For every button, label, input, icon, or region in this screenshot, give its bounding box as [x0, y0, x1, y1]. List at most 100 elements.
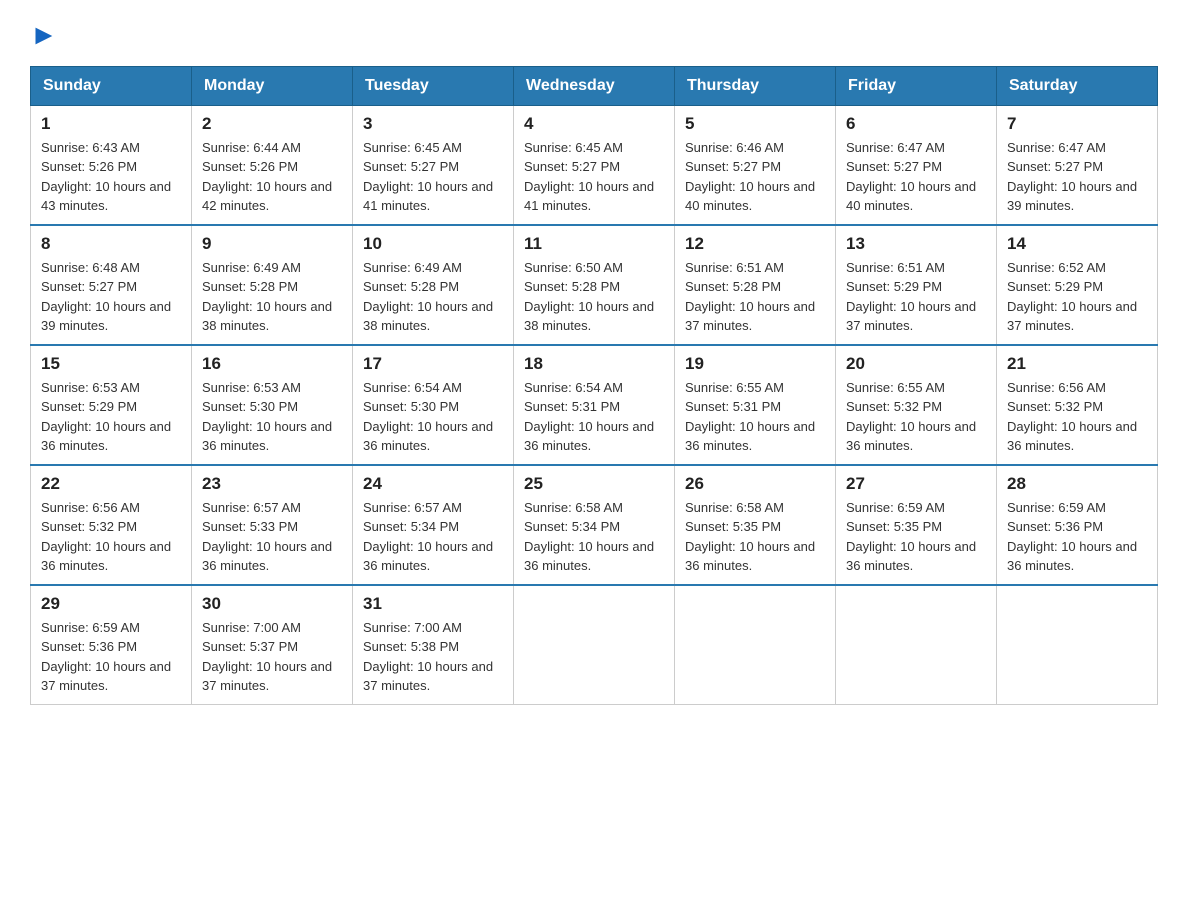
day-number: 13 [846, 234, 986, 254]
calendar-day-cell: 16 Sunrise: 6:53 AM Sunset: 5:30 PM Dayl… [192, 345, 353, 465]
day-info: Sunrise: 6:56 AM Sunset: 5:32 PM Dayligh… [41, 498, 181, 576]
day-number: 12 [685, 234, 825, 254]
calendar-day-cell: 6 Sunrise: 6:47 AM Sunset: 5:27 PM Dayli… [836, 105, 997, 225]
calendar-day-cell: 27 Sunrise: 6:59 AM Sunset: 5:35 PM Dayl… [836, 465, 997, 585]
calendar-day-cell: 19 Sunrise: 6:55 AM Sunset: 5:31 PM Dayl… [675, 345, 836, 465]
column-header-monday: Monday [192, 66, 353, 105]
column-header-tuesday: Tuesday [353, 66, 514, 105]
day-info: Sunrise: 6:52 AM Sunset: 5:29 PM Dayligh… [1007, 258, 1147, 336]
day-info: Sunrise: 6:47 AM Sunset: 5:27 PM Dayligh… [846, 138, 986, 216]
day-number: 3 [363, 114, 503, 134]
calendar-day-cell: 22 Sunrise: 6:56 AM Sunset: 5:32 PM Dayl… [31, 465, 192, 585]
calendar-day-cell: 7 Sunrise: 6:47 AM Sunset: 5:27 PM Dayli… [997, 105, 1158, 225]
day-info: Sunrise: 6:53 AM Sunset: 5:30 PM Dayligh… [202, 378, 342, 456]
calendar-week-row: 29 Sunrise: 6:59 AM Sunset: 5:36 PM Dayl… [31, 585, 1158, 705]
day-info: Sunrise: 6:54 AM Sunset: 5:31 PM Dayligh… [524, 378, 664, 456]
day-info: Sunrise: 7:00 AM Sunset: 5:38 PM Dayligh… [363, 618, 503, 696]
calendar-day-cell: 18 Sunrise: 6:54 AM Sunset: 5:31 PM Dayl… [514, 345, 675, 465]
day-number: 4 [524, 114, 664, 134]
calendar-day-cell: 5 Sunrise: 6:46 AM Sunset: 5:27 PM Dayli… [675, 105, 836, 225]
calendar-day-cell: 26 Sunrise: 6:58 AM Sunset: 5:35 PM Dayl… [675, 465, 836, 585]
calendar-day-cell: 15 Sunrise: 6:53 AM Sunset: 5:29 PM Dayl… [31, 345, 192, 465]
day-info: Sunrise: 6:59 AM Sunset: 5:35 PM Dayligh… [846, 498, 986, 576]
day-info: Sunrise: 6:48 AM Sunset: 5:27 PM Dayligh… [41, 258, 181, 336]
day-info: Sunrise: 6:51 AM Sunset: 5:29 PM Dayligh… [846, 258, 986, 336]
logo-arrow-icon: ► [30, 20, 58, 51]
day-number: 16 [202, 354, 342, 374]
day-info: Sunrise: 6:44 AM Sunset: 5:26 PM Dayligh… [202, 138, 342, 216]
day-number: 20 [846, 354, 986, 374]
day-info: Sunrise: 6:59 AM Sunset: 5:36 PM Dayligh… [1007, 498, 1147, 576]
day-number: 25 [524, 474, 664, 494]
calendar-day-cell: 28 Sunrise: 6:59 AM Sunset: 5:36 PM Dayl… [997, 465, 1158, 585]
day-info: Sunrise: 6:57 AM Sunset: 5:33 PM Dayligh… [202, 498, 342, 576]
day-info: Sunrise: 6:47 AM Sunset: 5:27 PM Dayligh… [1007, 138, 1147, 216]
calendar-header-row: SundayMondayTuesdayWednesdayThursdayFrid… [31, 66, 1158, 105]
day-number: 6 [846, 114, 986, 134]
day-info: Sunrise: 6:58 AM Sunset: 5:34 PM Dayligh… [524, 498, 664, 576]
day-number: 8 [41, 234, 181, 254]
calendar-day-cell: 17 Sunrise: 6:54 AM Sunset: 5:30 PM Dayl… [353, 345, 514, 465]
day-info: Sunrise: 6:50 AM Sunset: 5:28 PM Dayligh… [524, 258, 664, 336]
calendar-day-cell [997, 585, 1158, 705]
day-info: Sunrise: 6:57 AM Sunset: 5:34 PM Dayligh… [363, 498, 503, 576]
calendar-day-cell: 29 Sunrise: 6:59 AM Sunset: 5:36 PM Dayl… [31, 585, 192, 705]
page-header: ► [30, 20, 1158, 46]
day-info: Sunrise: 6:43 AM Sunset: 5:26 PM Dayligh… [41, 138, 181, 216]
day-info: Sunrise: 6:46 AM Sunset: 5:27 PM Dayligh… [685, 138, 825, 216]
day-info: Sunrise: 6:51 AM Sunset: 5:28 PM Dayligh… [685, 258, 825, 336]
calendar-day-cell: 9 Sunrise: 6:49 AM Sunset: 5:28 PM Dayli… [192, 225, 353, 345]
calendar-day-cell: 25 Sunrise: 6:58 AM Sunset: 5:34 PM Dayl… [514, 465, 675, 585]
day-number: 27 [846, 474, 986, 494]
day-number: 19 [685, 354, 825, 374]
day-number: 11 [524, 234, 664, 254]
calendar-week-row: 22 Sunrise: 6:56 AM Sunset: 5:32 PM Dayl… [31, 465, 1158, 585]
column-header-sunday: Sunday [31, 66, 192, 105]
column-header-saturday: Saturday [997, 66, 1158, 105]
calendar-day-cell [675, 585, 836, 705]
calendar-table: SundayMondayTuesdayWednesdayThursdayFrid… [30, 66, 1158, 705]
calendar-day-cell: 12 Sunrise: 6:51 AM Sunset: 5:28 PM Dayl… [675, 225, 836, 345]
day-info: Sunrise: 6:53 AM Sunset: 5:29 PM Dayligh… [41, 378, 181, 456]
calendar-week-row: 1 Sunrise: 6:43 AM Sunset: 5:26 PM Dayli… [31, 105, 1158, 225]
calendar-week-row: 15 Sunrise: 6:53 AM Sunset: 5:29 PM Dayl… [31, 345, 1158, 465]
day-number: 10 [363, 234, 503, 254]
day-number: 30 [202, 594, 342, 614]
column-header-thursday: Thursday [675, 66, 836, 105]
day-number: 31 [363, 594, 503, 614]
day-info: Sunrise: 6:55 AM Sunset: 5:32 PM Dayligh… [846, 378, 986, 456]
logo: ► [30, 20, 58, 46]
column-header-wednesday: Wednesday [514, 66, 675, 105]
day-number: 28 [1007, 474, 1147, 494]
calendar-day-cell [836, 585, 997, 705]
day-number: 2 [202, 114, 342, 134]
calendar-day-cell: 31 Sunrise: 7:00 AM Sunset: 5:38 PM Dayl… [353, 585, 514, 705]
day-number: 17 [363, 354, 503, 374]
calendar-day-cell: 23 Sunrise: 6:57 AM Sunset: 5:33 PM Dayl… [192, 465, 353, 585]
calendar-week-row: 8 Sunrise: 6:48 AM Sunset: 5:27 PM Dayli… [31, 225, 1158, 345]
day-number: 1 [41, 114, 181, 134]
calendar-day-cell: 24 Sunrise: 6:57 AM Sunset: 5:34 PM Dayl… [353, 465, 514, 585]
day-info: Sunrise: 6:49 AM Sunset: 5:28 PM Dayligh… [363, 258, 503, 336]
day-info: Sunrise: 7:00 AM Sunset: 5:37 PM Dayligh… [202, 618, 342, 696]
day-number: 21 [1007, 354, 1147, 374]
day-info: Sunrise: 6:45 AM Sunset: 5:27 PM Dayligh… [363, 138, 503, 216]
column-header-friday: Friday [836, 66, 997, 105]
calendar-day-cell: 1 Sunrise: 6:43 AM Sunset: 5:26 PM Dayli… [31, 105, 192, 225]
day-number: 15 [41, 354, 181, 374]
day-number: 14 [1007, 234, 1147, 254]
day-number: 9 [202, 234, 342, 254]
day-number: 7 [1007, 114, 1147, 134]
day-number: 22 [41, 474, 181, 494]
calendar-day-cell: 13 Sunrise: 6:51 AM Sunset: 5:29 PM Dayl… [836, 225, 997, 345]
day-info: Sunrise: 6:49 AM Sunset: 5:28 PM Dayligh… [202, 258, 342, 336]
calendar-day-cell: 30 Sunrise: 7:00 AM Sunset: 5:37 PM Dayl… [192, 585, 353, 705]
day-number: 26 [685, 474, 825, 494]
day-number: 23 [202, 474, 342, 494]
calendar-day-cell: 14 Sunrise: 6:52 AM Sunset: 5:29 PM Dayl… [997, 225, 1158, 345]
day-info: Sunrise: 6:58 AM Sunset: 5:35 PM Dayligh… [685, 498, 825, 576]
day-info: Sunrise: 6:54 AM Sunset: 5:30 PM Dayligh… [363, 378, 503, 456]
day-number: 5 [685, 114, 825, 134]
day-info: Sunrise: 6:59 AM Sunset: 5:36 PM Dayligh… [41, 618, 181, 696]
calendar-day-cell: 8 Sunrise: 6:48 AM Sunset: 5:27 PM Dayli… [31, 225, 192, 345]
